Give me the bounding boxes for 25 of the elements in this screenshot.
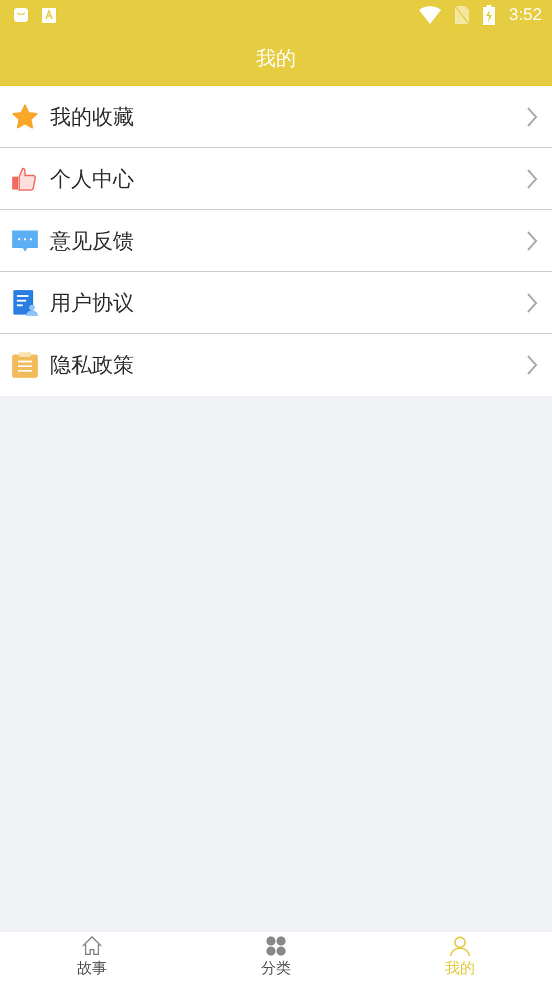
chevron-right-icon (526, 106, 538, 128)
no-sim-icon (454, 6, 469, 24)
battery-charging-icon (482, 5, 495, 25)
chevron-right-icon (526, 230, 538, 252)
document-user-icon (11, 288, 39, 316)
chevron-right-icon (526, 292, 538, 314)
clipboard-icon (11, 351, 39, 379)
notification-icon (14, 8, 28, 22)
menu-item[interactable]: 我的收藏 (0, 86, 552, 148)
tab-item[interactable]: 分类 (184, 932, 368, 981)
menu-item[interactable]: 用户协议 (0, 272, 552, 334)
tab-item[interactable]: 故事 (0, 932, 184, 981)
status-time: 3:52 (508, 5, 542, 25)
user-icon (449, 935, 471, 957)
chevron-right-icon (526, 168, 538, 190)
star-icon (11, 102, 39, 130)
menu-item[interactable]: 隐私政策 (0, 334, 552, 396)
page-title: 我的 (256, 44, 296, 72)
grid-icon (265, 935, 287, 957)
text-app-icon (42, 8, 56, 22)
chevron-right-icon (526, 354, 538, 376)
menu-item[interactable]: 个人中心 (0, 148, 552, 210)
menu-item[interactable]: 意见反馈 (0, 210, 552, 272)
home-icon (81, 935, 103, 957)
wifi-icon (418, 6, 441, 24)
